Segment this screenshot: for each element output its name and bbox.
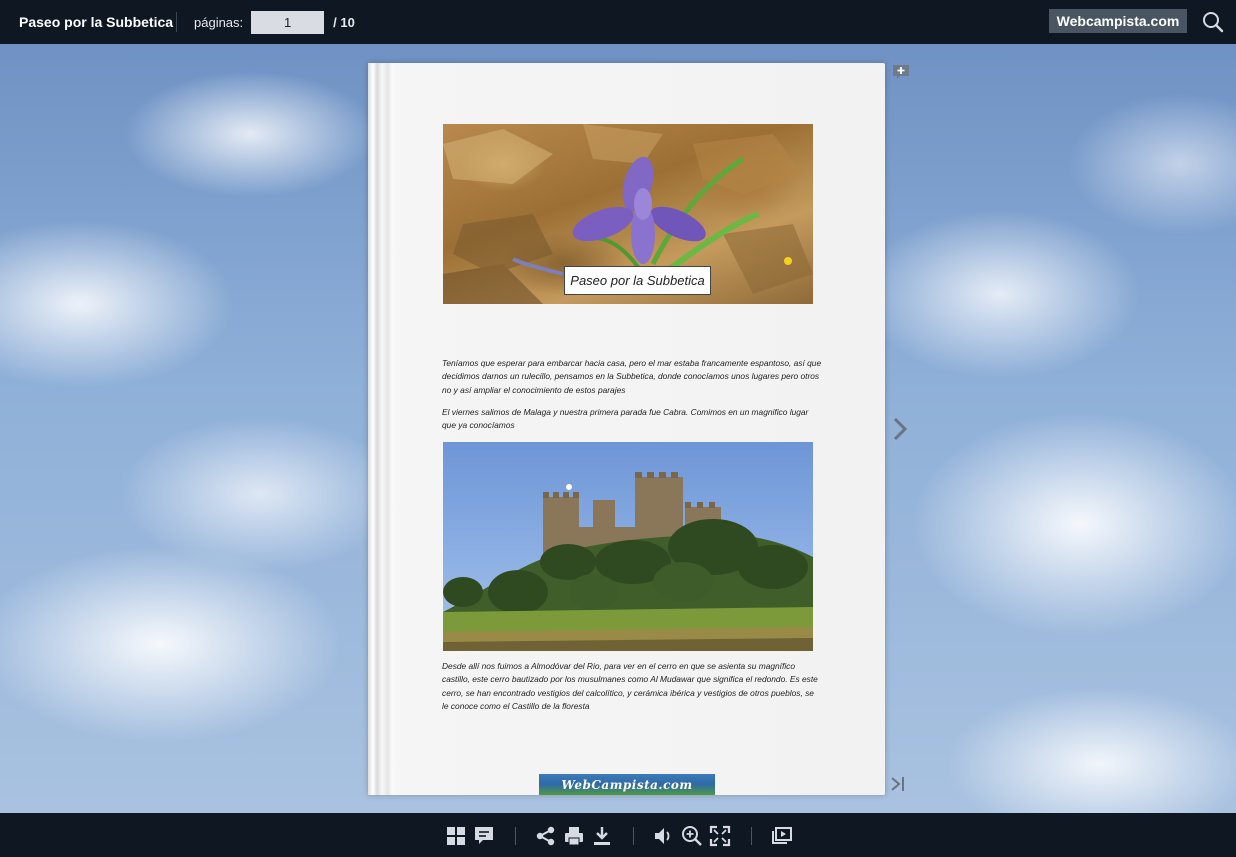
page-number-input[interactable] [251,10,325,34]
hero-caption: Paseo por la Subbetica [564,266,711,295]
share-icon[interactable] [535,825,557,847]
paragraph-cabra: El viernes salimos de Malaga y nuestra p… [442,407,809,431]
iris-flower-photo: Paseo por la Subbetica [443,124,813,304]
print-icon[interactable] [563,825,585,847]
notes-icon[interactable] [473,825,495,847]
page-spine [368,63,392,795]
document-title: Paseo por la Subbetica [19,14,174,30]
next-page-icon[interactable] [891,416,909,442]
brand-link-button[interactable]: Webcampista.com [1049,9,1187,33]
toolbar-divider [633,827,634,845]
book-page[interactable]: Paseo por la Subbetica Teníamos que espe… [368,63,885,795]
paragraph-almodovar: Desde allí nos fuimos a Almodóvar del Ri… [442,661,818,712]
thumbnails-icon[interactable] [445,825,467,847]
castle-photo [443,442,813,651]
fullscreen-icon[interactable] [709,825,731,847]
download-icon[interactable] [591,825,613,847]
bottom-toolbar [0,813,1236,857]
search-icon[interactable] [1202,11,1224,33]
toolbar-divider [515,827,516,845]
add-comment-icon[interactable] [892,64,910,80]
slideshow-icon[interactable] [771,825,793,847]
toolbar-divider [751,827,752,845]
sound-icon[interactable] [653,825,675,847]
paragraph-intro: Teníamos que esperar para embarcar hacia… [442,358,822,395]
webcampista-logo: WebCampista.com [539,774,715,795]
header-divider [176,12,177,32]
pages-label: páginas: [194,14,244,30]
last-page-icon[interactable] [889,775,907,793]
page-total: / 10 [333,14,355,30]
zoom-in-icon[interactable] [681,825,703,847]
